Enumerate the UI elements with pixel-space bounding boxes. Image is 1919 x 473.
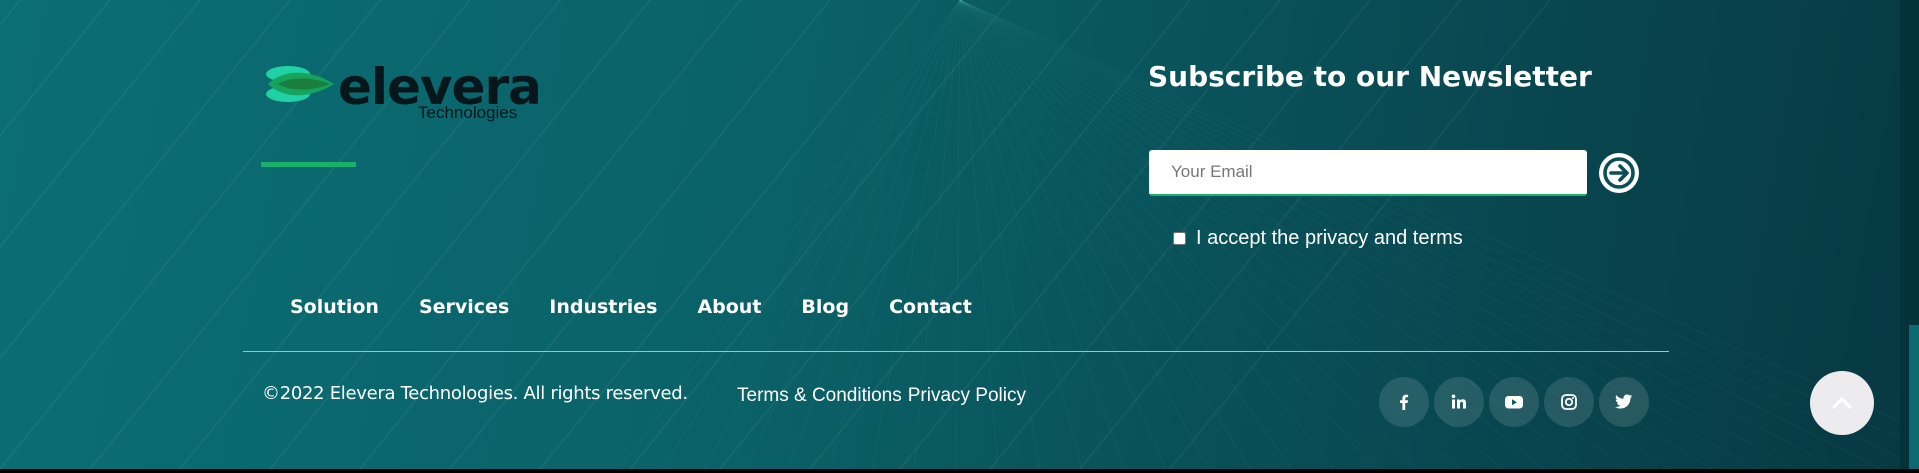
youtube-link[interactable] (1489, 377, 1539, 427)
email-input[interactable] (1149, 150, 1587, 194)
nav-link-contact[interactable]: Contact (889, 296, 972, 318)
facebook-link[interactable] (1379, 377, 1429, 427)
newsletter-submit-button[interactable] (1599, 153, 1639, 193)
site-footer: elevera Technologies Subscribe to our Ne… (0, 0, 1900, 469)
scroll-to-top-button[interactable] (1810, 371, 1874, 435)
chevron-up-icon (1832, 397, 1852, 409)
copyright-text: ©2022 Elevera Technologies. All rights r… (262, 383, 688, 404)
privacy-policy-link[interactable]: Privacy Policy (908, 385, 1026, 407)
instagram-link[interactable] (1544, 377, 1594, 427)
instagram-icon (1561, 394, 1577, 410)
nav-link-solution[interactable]: Solution (290, 296, 379, 318)
linkedin-icon (1451, 394, 1466, 409)
newsletter-title: Subscribe to our Newsletter (1148, 60, 1592, 93)
footer-divider (243, 351, 1669, 352)
social-links (1379, 377, 1654, 427)
nav-link-about[interactable]: About (697, 296, 761, 318)
window-bottom-edge (0, 469, 1919, 473)
twitter-icon (1615, 394, 1633, 409)
accent-divider (261, 162, 356, 167)
brand-tagline: Technologies (418, 103, 518, 122)
privacy-consent-label: I accept the privacy and terms (1196, 227, 1463, 249)
brand-logo[interactable]: elevera Technologies (262, 58, 542, 128)
facebook-icon (1400, 394, 1409, 410)
legal-links: Terms & Conditions Privacy Policy (737, 385, 1026, 407)
arrow-right-circle-icon (1603, 157, 1635, 189)
linkedin-link[interactable] (1434, 377, 1484, 427)
scrollbar-thumb[interactable] (1909, 325, 1919, 473)
nav-link-services[interactable]: Services (419, 296, 509, 318)
privacy-consent-checkbox[interactable] (1173, 232, 1186, 245)
nav-link-blog[interactable]: Blog (801, 296, 849, 318)
twitter-link[interactable] (1599, 377, 1649, 427)
youtube-icon (1505, 396, 1523, 409)
nav-link-industries[interactable]: Industries (549, 296, 657, 318)
terms-link[interactable]: Terms & Conditions (737, 385, 902, 407)
email-field-wrapper (1149, 150, 1587, 196)
footer-nav: Solution Services Industries About Blog … (290, 296, 1012, 318)
logo-mark-icon (266, 66, 334, 102)
privacy-consent[interactable]: I accept the privacy and terms (1173, 227, 1463, 250)
